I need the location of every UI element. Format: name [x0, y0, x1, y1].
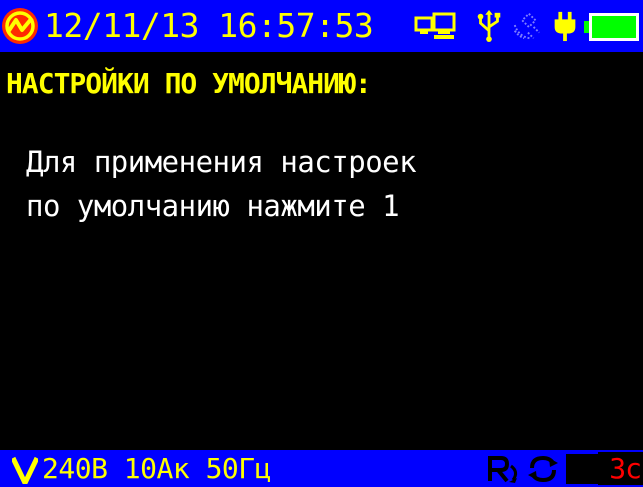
power-plug-icon: [554, 11, 576, 42]
indicator-block: [566, 454, 598, 484]
message-line-1: Для применения настроек: [26, 145, 417, 179]
status-bar: 12/11/13 16:57:53: [0, 0, 643, 52]
datetime-display: 12/11/13 16:57:53: [44, 6, 374, 45]
gps-icon: [513, 12, 540, 40]
network-icon: [414, 12, 456, 39]
usb-icon: [477, 10, 501, 42]
voltage-v-icon: [12, 456, 38, 484]
phase-rotation-icon: [488, 456, 518, 483]
instruction-message: Для применения настроек по умолчанию наж…: [26, 140, 417, 228]
timer-display: 3c: [598, 452, 643, 485]
bottom-bar: 240В 10Ак 50Гц 3c: [0, 450, 643, 487]
battery-icon: [584, 13, 639, 41]
measurements-readout: 240В 10Ак 50Гц: [42, 452, 272, 485]
device-screen: 12/11/13 16:57:53 НАСТРОЙКИ ПО УМОЛЧАНИЮ…: [0, 0, 643, 487]
message-line-2: по умолчанию нажмите 1: [26, 189, 400, 223]
page-title: НАСТРОЙКИ ПО УМОЛЧАНИЮ:: [6, 67, 372, 100]
refresh-icon: [528, 455, 558, 483]
brand-logo-icon: [2, 8, 38, 44]
